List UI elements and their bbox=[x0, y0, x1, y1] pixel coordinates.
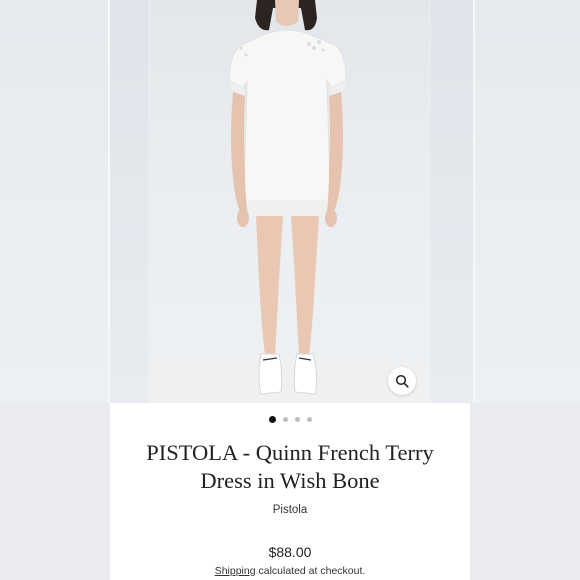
shipping-link[interactable]: Shipping bbox=[215, 565, 256, 577]
zoom-button[interactable] bbox=[388, 367, 416, 395]
model-in-dress-illustration bbox=[228, 0, 347, 395]
slide-pagination bbox=[110, 416, 470, 423]
product-image[interactable] bbox=[151, 0, 429, 403]
slide-dot-3[interactable] bbox=[294, 417, 300, 422]
shipping-note: Shipping calculated at checkout. bbox=[110, 565, 470, 577]
product-info-panel: PISTOLA - Quinn French Terry Dress in Wi… bbox=[110, 403, 470, 580]
product-price: $88.00 bbox=[268, 544, 312, 560]
slide-dot-1[interactable] bbox=[268, 416, 276, 423]
screenshot-frame: PISTOLA - Quinn French Terry Dress in Wi… bbox=[0, 0, 580, 580]
slide-divider bbox=[108, 0, 110, 403]
product-title-line-1: PISTOLA - Quinn French Terry bbox=[146, 440, 434, 465]
slide-divider bbox=[473, 0, 475, 403]
next-slide-preview[interactable] bbox=[429, 0, 580, 403]
product-title: PISTOLA - Quinn French Terry Dress in Wi… bbox=[110, 439, 470, 495]
previous-slide-image bbox=[110, 0, 148, 403]
slide-dot-4[interactable] bbox=[306, 417, 312, 422]
product-title-line-2: Dress in Wish Bone bbox=[200, 468, 380, 493]
previous-slide-preview[interactable] bbox=[0, 0, 151, 403]
slide-dot-2[interactable] bbox=[282, 417, 288, 422]
shipping-note-text: calculated at checkout. bbox=[255, 565, 366, 577]
product-vendor: Pistola bbox=[272, 504, 308, 516]
magnifier-icon bbox=[395, 374, 409, 388]
next-slide-image bbox=[431, 0, 473, 403]
